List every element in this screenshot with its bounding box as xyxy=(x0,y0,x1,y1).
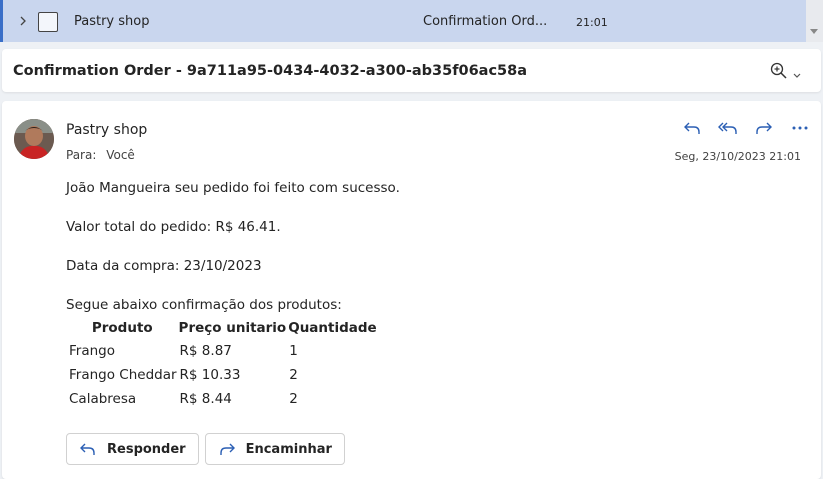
list-sender: Pastry shop xyxy=(74,14,150,29)
table-cell: 2 xyxy=(289,391,298,407)
table-cell: Calabresa xyxy=(69,391,137,407)
message-date: Seg, 23/10/2023 21:01 xyxy=(674,150,801,163)
recipient-name[interactable]: Você xyxy=(106,148,135,162)
table-row: Frango R$ 8.87 1 xyxy=(67,339,378,363)
message-list-item[interactable]: Pastry shop Confirmation Ord... 21:01 xyxy=(0,0,806,42)
products-table: Produto Preço unitario Quantidade Frango… xyxy=(67,317,378,411)
forward-icon[interactable] xyxy=(746,117,782,139)
body-line: Valor total do pedido: R$ 46.41. xyxy=(66,219,281,235)
recipients: Para: Você xyxy=(66,148,135,162)
reply-icon[interactable] xyxy=(674,117,710,139)
table-cell: R$ 8.44 xyxy=(179,391,232,407)
table-header: Quantidade xyxy=(288,320,377,336)
select-checkbox[interactable] xyxy=(38,12,58,32)
reply-button[interactable]: Responder xyxy=(66,433,199,465)
body-line: Data da compra: 23/10/2023 xyxy=(66,258,262,274)
reply-buttons: Responder Encaminhar xyxy=(66,433,345,465)
table-header: Preço unitario xyxy=(178,320,287,336)
forward-button[interactable]: Encaminhar xyxy=(204,433,345,465)
chevron-right-icon[interactable] xyxy=(16,13,30,29)
forward-icon xyxy=(219,443,235,455)
table-header: Produto xyxy=(91,320,153,336)
body-line: Segue abaixo confirmação dos produtos: xyxy=(66,297,342,313)
avatar[interactable] xyxy=(14,119,54,159)
forward-button-label: Encaminhar xyxy=(245,441,332,457)
zoom-icon[interactable] xyxy=(769,61,789,81)
reply-icon xyxy=(80,443,95,455)
table-cell: 1 xyxy=(289,343,298,359)
message-card: Pastry shop Para: Você Seg, 23/10/2023 2… xyxy=(2,101,821,479)
message-body: João Mangueira seu pedido foi feito com … xyxy=(66,179,400,411)
sender-name[interactable]: Pastry shop xyxy=(66,122,147,138)
table-cell: Frango Cheddar xyxy=(69,367,177,383)
table-row: Frango Cheddar R$ 10.33 2 xyxy=(67,363,378,387)
chevron-down-icon[interactable] xyxy=(792,66,802,78)
list-subject: Confirmation Ord... xyxy=(423,14,548,29)
table-cell: R$ 10.33 xyxy=(179,367,241,383)
reply-button-label: Responder xyxy=(107,441,186,457)
body-line: João Mangueira seu pedido foi feito com … xyxy=(66,180,400,196)
message-actions xyxy=(674,117,818,139)
scrollbar[interactable] xyxy=(806,0,823,42)
more-icon[interactable] xyxy=(782,117,818,139)
list-time: 21:01 xyxy=(576,16,608,29)
reply-all-icon[interactable] xyxy=(710,117,746,139)
to-label: Para: xyxy=(66,148,97,162)
table-cell: Frango xyxy=(69,343,115,359)
table-row: Calabresa R$ 8.44 2 xyxy=(67,387,378,411)
table-cell: 2 xyxy=(289,367,298,383)
table-cell: R$ 8.87 xyxy=(179,343,232,359)
table-header-row: Produto Preço unitario Quantidade xyxy=(67,317,378,339)
scroll-down-icon[interactable] xyxy=(810,29,818,34)
message-subject: Confirmation Order - 9a711a95-0434-4032-… xyxy=(13,63,528,79)
subject-header: Confirmation Order - 9a711a95-0434-4032-… xyxy=(2,49,821,92)
